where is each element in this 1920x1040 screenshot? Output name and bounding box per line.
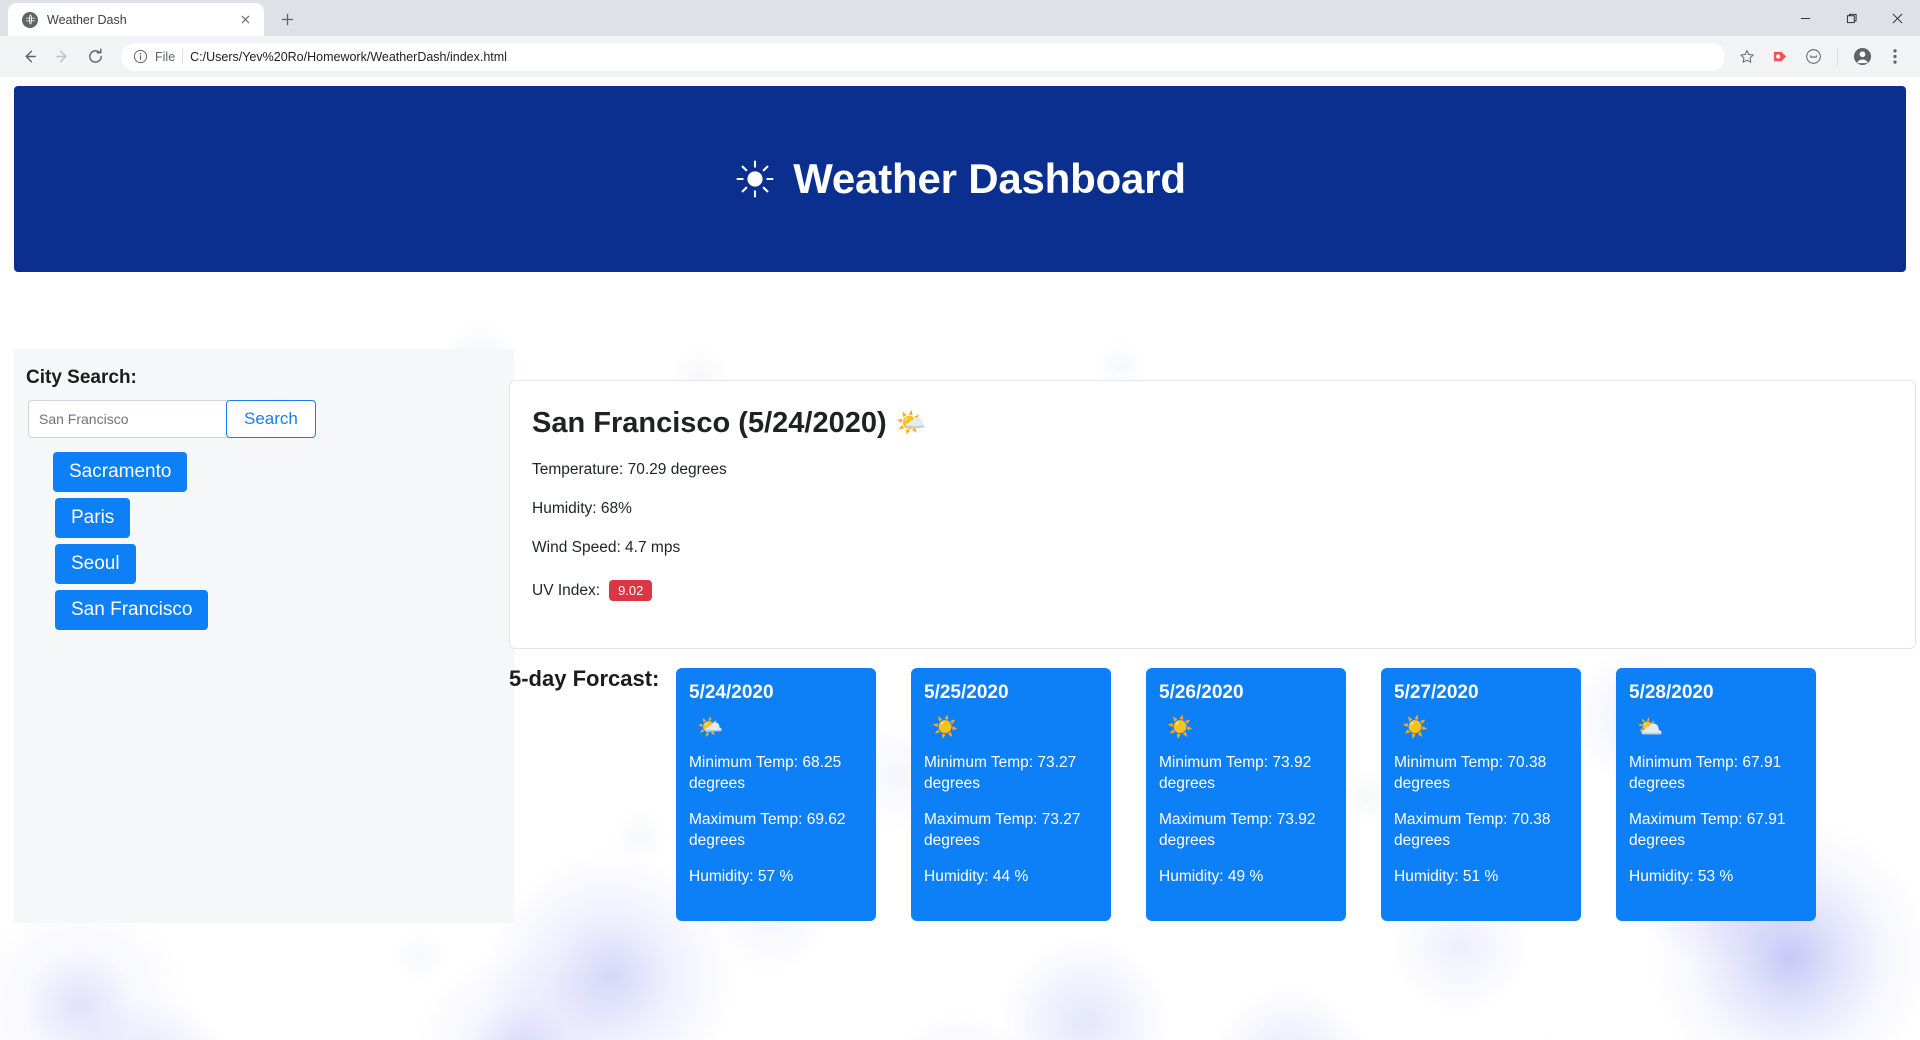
city-button-san-francisco[interactable]: San Francisco xyxy=(55,590,209,630)
sun-icon: ☀️ xyxy=(1402,716,1429,739)
address-bar[interactable]: File C:/Users/Yev%20Ro/Homework/WeatherD… xyxy=(121,42,1725,71)
menu-dots-icon[interactable] xyxy=(1880,42,1910,72)
extension-icon[interactable] xyxy=(1765,42,1795,72)
sun-behind-cloud-icon: 🌤️ xyxy=(697,716,724,739)
current-uv-row: UV Index: 9.02 xyxy=(532,580,1915,601)
forecast-humidity: Humidity: 49 % xyxy=(1159,867,1264,885)
city-search-sidebar: City Search: Search Sacramento Paris Seo… xyxy=(14,349,514,923)
search-input[interactable] xyxy=(28,400,228,438)
reload-icon[interactable] xyxy=(80,42,110,72)
globe-icon xyxy=(22,11,38,28)
app-header-banner: Weather Dashboard xyxy=(14,86,1906,272)
current-humidity: Humidity: 68% xyxy=(532,500,632,517)
search-row: Search xyxy=(28,400,514,438)
forecast-date: 5/25/2020 xyxy=(924,682,1009,703)
window-close-icon[interactable] xyxy=(1874,0,1920,36)
forecast-max-temp: Maximum Temp: 70.38 degrees xyxy=(1394,810,1551,849)
forecast-min-temp: Minimum Temp: 68.25 degrees xyxy=(689,754,842,792)
sun-icon xyxy=(734,158,776,200)
browser-toolbar: File C:/Users/Yev%20Ro/Homework/WeatherD… xyxy=(0,36,1920,77)
cloud-icon: ⛅ xyxy=(1637,716,1664,739)
forecast-max-temp: Maximum Temp: 73.92 degrees xyxy=(1159,810,1316,849)
profile-circle-icon[interactable] xyxy=(1798,42,1828,72)
info-circle-icon[interactable] xyxy=(133,49,148,64)
forecast-min-temp: Minimum Temp: 67.91 degrees xyxy=(1629,754,1782,792)
page-viewport: Weather Dashboard City Search: Search Sa… xyxy=(0,77,1920,1040)
forecast-card-row: 5/24/2020 🌤️ Minimum Temp: 68.25 degrees… xyxy=(676,668,1816,921)
sun-icon: ☀️ xyxy=(1167,716,1194,739)
forecast-card: 5/25/2020 ☀️ Minimum Temp: 73.27 degrees… xyxy=(911,668,1111,921)
account-icon[interactable] xyxy=(1847,42,1877,72)
url-scheme-label: File xyxy=(155,49,176,64)
city-button-sacramento[interactable]: Sacramento xyxy=(53,452,188,492)
browser-tab-title: Weather Dash xyxy=(47,12,127,27)
city-button-seoul[interactable]: Seoul xyxy=(55,544,136,584)
city-search-label: City Search: xyxy=(26,367,137,388)
browser-tab[interactable]: Weather Dash xyxy=(8,3,264,36)
forecast-date: 5/26/2020 xyxy=(1159,682,1244,703)
current-weather-card: San Francisco (5/24/2020) 🌤️ Temperature… xyxy=(509,380,1916,649)
forecast-max-temp: Maximum Temp: 73.27 degrees xyxy=(924,810,1081,849)
forecast-date: 5/27/2020 xyxy=(1394,682,1479,703)
forecast-humidity: Humidity: 44 % xyxy=(924,867,1029,885)
forecast-humidity: Humidity: 51 % xyxy=(1394,867,1499,885)
toolbar-divider xyxy=(1837,47,1838,66)
forecast-date: 5/28/2020 xyxy=(1629,682,1714,703)
city-button-paris[interactable]: Paris xyxy=(55,498,131,538)
forecast-humidity: Humidity: 53 % xyxy=(1629,867,1734,885)
current-temperature: Temperature: 70.29 degrees xyxy=(532,461,727,478)
minimize-icon[interactable] xyxy=(1782,0,1828,36)
forecast-heading: 5-day Forcast: xyxy=(509,666,660,691)
uv-index-label: UV Index: xyxy=(532,581,601,599)
url-text: C:/Users/Yev%20Ro/Homework/WeatherDash/i… xyxy=(190,49,507,64)
forecast-min-temp: Minimum Temp: 70.38 degrees xyxy=(1394,754,1547,792)
current-wind-speed: Wind Speed: 4.7 mps xyxy=(532,539,681,556)
forecast-max-temp: Maximum Temp: 69.62 degrees xyxy=(689,810,846,849)
sun-behind-cloud-icon: 🌤️ xyxy=(895,409,927,437)
forecast-date: 5/24/2020 xyxy=(689,682,774,703)
city-history-list: Sacramento Paris Seoul San Francisco xyxy=(14,452,514,630)
search-button[interactable]: Search xyxy=(226,400,316,438)
current-weather-title-row: San Francisco (5/24/2020) 🌤️ xyxy=(532,407,1915,440)
forecast-card: 5/28/2020 ⛅ Minimum Temp: 67.91 degrees … xyxy=(1616,668,1816,921)
forecast-card: 5/26/2020 ☀️ Minimum Temp: 73.92 degrees… xyxy=(1146,668,1346,921)
new-tab-button[interactable] xyxy=(270,4,304,34)
forward-arrow-icon[interactable] xyxy=(47,42,77,72)
window-controls xyxy=(1782,0,1920,36)
maximize-icon[interactable] xyxy=(1828,0,1874,36)
omnibox-divider xyxy=(182,49,184,64)
forecast-humidity: Humidity: 57 % xyxy=(689,867,794,885)
current-city-date: San Francisco (5/24/2020) xyxy=(532,407,887,439)
browser-tab-strip: Weather Dash xyxy=(0,0,1920,36)
page-title: Weather Dashboard xyxy=(793,155,1186,202)
forecast-max-temp: Maximum Temp: 67.91 degrees xyxy=(1629,810,1786,849)
forecast-card: 5/27/2020 ☀️ Minimum Temp: 70.38 degrees… xyxy=(1381,668,1581,921)
back-arrow-icon[interactable] xyxy=(14,42,44,72)
sun-icon: ☀️ xyxy=(932,716,959,739)
forecast-min-temp: Minimum Temp: 73.92 degrees xyxy=(1159,754,1312,792)
close-icon[interactable] xyxy=(236,11,254,29)
star-icon[interactable] xyxy=(1732,42,1762,72)
forecast-min-temp: Minimum Temp: 73.27 degrees xyxy=(924,754,1077,792)
forecast-card: 5/24/2020 🌤️ Minimum Temp: 68.25 degrees… xyxy=(676,668,876,921)
uv-index-badge: 9.02 xyxy=(609,580,653,601)
